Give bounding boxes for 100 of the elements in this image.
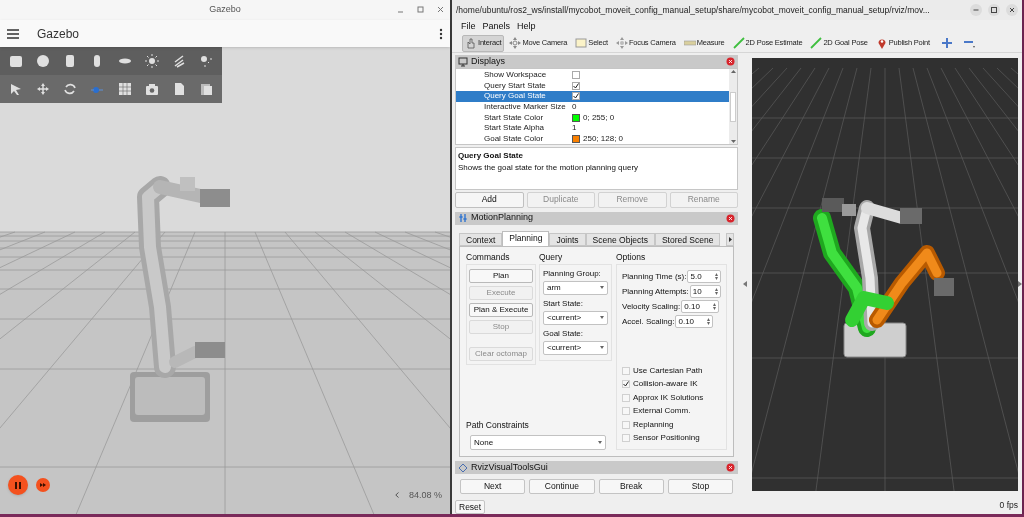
property-name: Start State Alpha xyxy=(483,122,546,135)
panel-title: MotionPlanning xyxy=(471,211,535,225)
pause-icon xyxy=(15,481,21,489)
section-label: Path Constraints xyxy=(466,419,530,433)
property-name: Show Workspace xyxy=(483,69,548,82)
rotate-icon[interactable] xyxy=(63,82,78,96)
spin-arrows-icon xyxy=(707,318,711,326)
command-button[interactable]: Plan & Execute xyxy=(469,302,533,317)
more-options-icon[interactable] xyxy=(439,27,443,40)
control-button[interactable]: Continue xyxy=(529,479,595,494)
dropdown-arrow-icon xyxy=(600,316,604,320)
property-row[interactable]: Start State Color 0; 255; 0 xyxy=(456,112,729,123)
fps-counter: 0 fps xyxy=(999,499,1018,512)
tab[interactable]: Scene Objects xyxy=(585,232,655,246)
description-text: Shows the goal state for the motion planning query xyxy=(458,162,640,174)
spin-arrows-icon xyxy=(715,273,718,281)
close-icon[interactable] xyxy=(726,463,735,473)
property-row[interactable]: Show Workspace xyxy=(456,70,729,81)
window-title: Gazebo xyxy=(209,3,241,17)
panel-title: RvizVisualToolsGui xyxy=(471,460,549,474)
control-button[interactable]: Break xyxy=(598,479,664,494)
tab[interactable]: Joints xyxy=(549,232,586,246)
property-value: 0 xyxy=(572,101,577,114)
close-icon[interactable] xyxy=(1006,4,1018,16)
checkbox-label: Collision-aware IK xyxy=(633,378,698,391)
property-value: 0; 255; 0 xyxy=(583,111,615,124)
dropdown[interactable]: arm xyxy=(543,280,608,295)
dropdown-arrow-icon xyxy=(600,286,604,290)
dropdown[interactable]: <current> xyxy=(543,340,608,355)
menu-item[interactable]: Panels xyxy=(482,20,511,34)
menu-icon[interactable] xyxy=(7,28,19,39)
checkbox[interactable] xyxy=(572,81,580,90)
paste-icon[interactable] xyxy=(199,82,214,96)
property-name: Start State Color xyxy=(483,111,545,124)
checkbox-label: Approx IK Solutions xyxy=(633,391,704,404)
spin-box[interactable]: 0.10 xyxy=(681,300,720,314)
property-row[interactable]: Start State Alpha 1 xyxy=(456,122,729,134)
checkbox[interactable] xyxy=(572,71,580,80)
close-icon[interactable] xyxy=(726,213,735,223)
checkbox-label: Sensor Positioning xyxy=(633,432,700,445)
sphere-icon[interactable] xyxy=(35,54,50,68)
dropdown[interactable]: <current> xyxy=(543,310,608,325)
dropdown-arrow-icon xyxy=(598,441,602,445)
spin-box[interactable]: 5.0 xyxy=(687,270,721,284)
close-icon[interactable] xyxy=(726,57,735,66)
crosshair-icon xyxy=(616,37,628,49)
move-arrows-icon[interactable] xyxy=(35,82,50,96)
property-value: 1 xyxy=(572,122,577,135)
plus-icon[interactable] xyxy=(940,37,953,49)
copy-icon[interactable] xyxy=(172,82,187,96)
slider-icon xyxy=(458,213,468,224)
box-icon[interactable] xyxy=(8,54,23,68)
property-row[interactable]: Query Goal State xyxy=(456,91,729,102)
spot-light-icon[interactable] xyxy=(199,54,214,68)
spin-box[interactable]: 10 xyxy=(689,285,721,299)
menu-item[interactable]: Help xyxy=(517,20,536,34)
description-title: Query Goal State xyxy=(458,150,524,162)
tab-scroll-button[interactable] xyxy=(726,232,734,246)
control-button[interactable]: Stop xyxy=(667,479,733,494)
window-title: /home/ubuntu/ros2_ws/install/mycobot_moveit_config_manual_setup/share/mycobot_moveit_config_manual_setup/rviz/mov... xyxy=(456,3,931,17)
pointer-icon[interactable] xyxy=(8,82,23,96)
triangle-right-icon xyxy=(728,236,732,242)
spin-box[interactable]: 0.10 xyxy=(675,315,714,329)
scrollbar[interactable] xyxy=(729,69,737,144)
property-name: Goal State Color xyxy=(483,132,545,145)
field-label: Planning Attempts: xyxy=(622,285,689,298)
app-title: Gazebo xyxy=(37,25,80,43)
light-rays-icon[interactable] xyxy=(172,54,187,68)
ruler-icon xyxy=(683,37,696,49)
property-value: 250; 128; 0 xyxy=(583,132,624,145)
tab[interactable]: Stored Scene xyxy=(654,232,721,246)
tab[interactable]: Context xyxy=(459,232,503,246)
diagonal-line-icon xyxy=(732,37,745,49)
dropdown[interactable]: None xyxy=(470,435,606,451)
minimize-icon[interactable] xyxy=(970,4,982,16)
spin-arrows-icon xyxy=(713,303,717,311)
property-row[interactable]: Query Start State xyxy=(456,80,729,92)
collapse-left-icon[interactable] xyxy=(743,280,747,287)
panel-title: Displays xyxy=(471,54,506,68)
reset-button[interactable]: Reset xyxy=(455,500,486,514)
fast-forward-icon xyxy=(40,483,46,487)
panel-button[interactable]: Add xyxy=(455,191,524,208)
camera-icon[interactable] xyxy=(144,82,159,96)
property-name: Interactive Marker Size xyxy=(483,101,566,114)
checkbox-label: Use Cartesian Path xyxy=(633,364,703,377)
control-button[interactable]: Next xyxy=(460,479,526,494)
property-row[interactable]: Interactive Marker Size 0 xyxy=(456,101,729,113)
command-button[interactable]: Plan xyxy=(469,268,533,283)
checkmark-icon xyxy=(623,381,629,388)
chevron-left-icon[interactable] xyxy=(394,492,399,499)
property-name: Query Start State xyxy=(483,79,547,92)
grid-icon[interactable] xyxy=(117,82,132,96)
sun-icon[interactable] xyxy=(144,54,159,68)
checkbox[interactable] xyxy=(572,92,580,101)
maximize-icon[interactable] xyxy=(988,4,1000,16)
tab[interactable]: Planning xyxy=(502,230,550,246)
close-icon[interactable] xyxy=(437,6,444,13)
property-row[interactable]: Goal State Color 250; 128; 0 xyxy=(456,133,729,145)
menu-item[interactable]: File xyxy=(461,20,476,34)
zoom-percentage: 84.08 % xyxy=(408,488,442,502)
